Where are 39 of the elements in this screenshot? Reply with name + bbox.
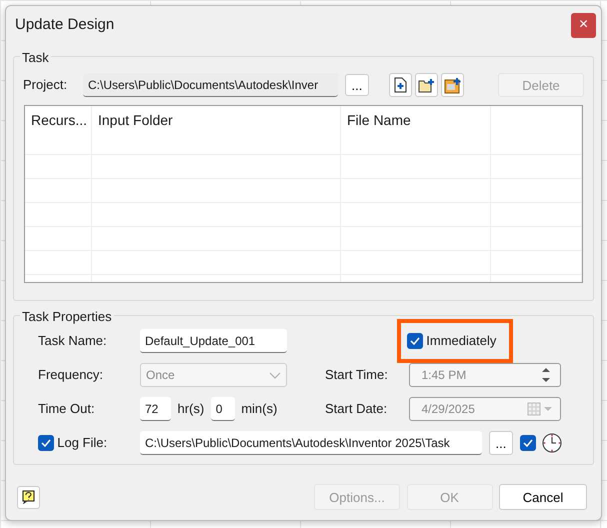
project-path-field[interactable]: C:\Users\Public\Documents\Autodesk\Inver <box>83 73 338 97</box>
add-image-button[interactable] <box>441 73 464 97</box>
field-label: Start Time: <box>325 366 389 384</box>
new-folder-button[interactable] <box>415 73 438 97</box>
checkbox[interactable] <box>38 435 54 451</box>
column-header[interactable]: Recurs... <box>25 106 92 154</box>
checkbox-label: Immediately <box>426 332 496 350</box>
window-title: Update Design <box>15 14 114 35</box>
column-header[interactable]: Input Folder <box>92 106 341 154</box>
browse-button[interactable]: ... <box>344 74 370 96</box>
help-button[interactable] <box>17 486 40 508</box>
hours-field[interactable]: 72 <box>140 397 171 421</box>
new-folder-icon <box>418 78 436 92</box>
task-name-field[interactable]: Default_Update_001 <box>140 329 287 353</box>
close-button[interactable]: × <box>571 12 596 38</box>
dialog-button[interactable]: Cancel <box>499 484 587 510</box>
field-label: Start Date: <box>325 400 388 418</box>
new-file-icon <box>392 77 408 93</box>
checkbox[interactable] <box>407 333 423 349</box>
browse-button[interactable]: ... <box>488 431 514 455</box>
help-icon <box>22 490 35 504</box>
new-file-button[interactable] <box>388 73 412 97</box>
column-header[interactable]: File Name <box>341 106 491 154</box>
checkbox[interactable] <box>520 435 536 451</box>
clock-icon[interactable] <box>542 433 562 453</box>
add-image-icon <box>444 76 462 94</box>
unit-label: min(s) <box>241 400 278 418</box>
field-label: Project: <box>23 76 68 94</box>
log-path-field[interactable]: C:\Users\Public\Documents\Autodesk\Inventor 2025\Task <box>140 431 482 455</box>
minutes-field[interactable]: 0 <box>210 397 235 421</box>
unit-label: hr(s) <box>178 400 204 418</box>
field-label: Task Name: <box>37 332 108 350</box>
checkbox-label: Log File: <box>57 434 108 452</box>
checkmark-icon <box>410 337 420 345</box>
checkmark-icon <box>522 439 533 447</box>
caret-icon <box>269 372 281 378</box>
field-label: Frequency: <box>37 366 104 384</box>
field-label: Time Out: <box>37 400 96 418</box>
checkmark-icon <box>41 439 51 447</box>
